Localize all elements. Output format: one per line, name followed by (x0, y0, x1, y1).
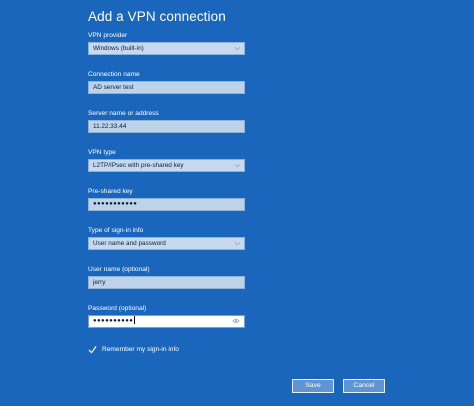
vpn-provider-value: Windows (built-in) (93, 45, 144, 52)
vpn-type-value: L2TP/IPsec with pre-shared key (93, 162, 184, 169)
sign-in-type-label: Type of sign-in info (88, 227, 144, 234)
chevron-down-icon: ⌵ (234, 45, 240, 52)
password-value: ●●●●●●●●●● (93, 318, 134, 324)
server-label: Server name or address (88, 110, 159, 117)
eye-icon[interactable] (232, 317, 240, 325)
server-value: 11.22.33.44 (93, 123, 127, 130)
chevron-down-icon: ⌵ (234, 162, 240, 169)
user-name-field[interactable]: jerry (88, 276, 245, 289)
connection-name-field[interactable]: AD server test (88, 81, 245, 94)
vpn-type-select[interactable]: L2TP/IPsec with pre-shared key ⌵ (88, 159, 245, 172)
vpn-type-label: VPN type (88, 149, 116, 156)
connection-name-label: Connection name (88, 71, 140, 78)
user-name-label: User name (optional) (88, 266, 150, 273)
server-field[interactable]: 11.22.33.44 (88, 120, 245, 133)
save-button[interactable]: Save (292, 379, 334, 393)
vpn-provider-select[interactable]: Windows (built-in) ⌵ (88, 42, 245, 55)
sign-in-type-value: User name and password (93, 240, 166, 247)
user-name-value: jerry (93, 279, 106, 286)
pre-shared-key-label: Pre-shared key (88, 188, 133, 195)
remember-sign-in-label: Remember my sign-in info (102, 346, 179, 353)
chevron-down-icon: ⌵ (234, 240, 240, 247)
pre-shared-key-value: ●●●●●●●●●●● (93, 201, 138, 207)
text-caret (134, 316, 136, 325)
password-label: Password (optional) (88, 305, 147, 312)
vpn-provider-label: VPN provider (88, 32, 128, 39)
remember-sign-in-checkbox[interactable]: Remember my sign-in info (88, 345, 179, 354)
page-title: Add a VPN connection (88, 9, 226, 24)
sign-in-type-select[interactable]: User name and password ⌵ (88, 237, 245, 250)
connection-name-value: AD server test (93, 84, 134, 91)
pre-shared-key-field[interactable]: ●●●●●●●●●●● (88, 198, 245, 211)
checkmark-icon (88, 346, 97, 354)
password-field[interactable]: ●●●●●●●●●● (88, 315, 245, 328)
cancel-button[interactable]: Cancel (343, 379, 385, 393)
